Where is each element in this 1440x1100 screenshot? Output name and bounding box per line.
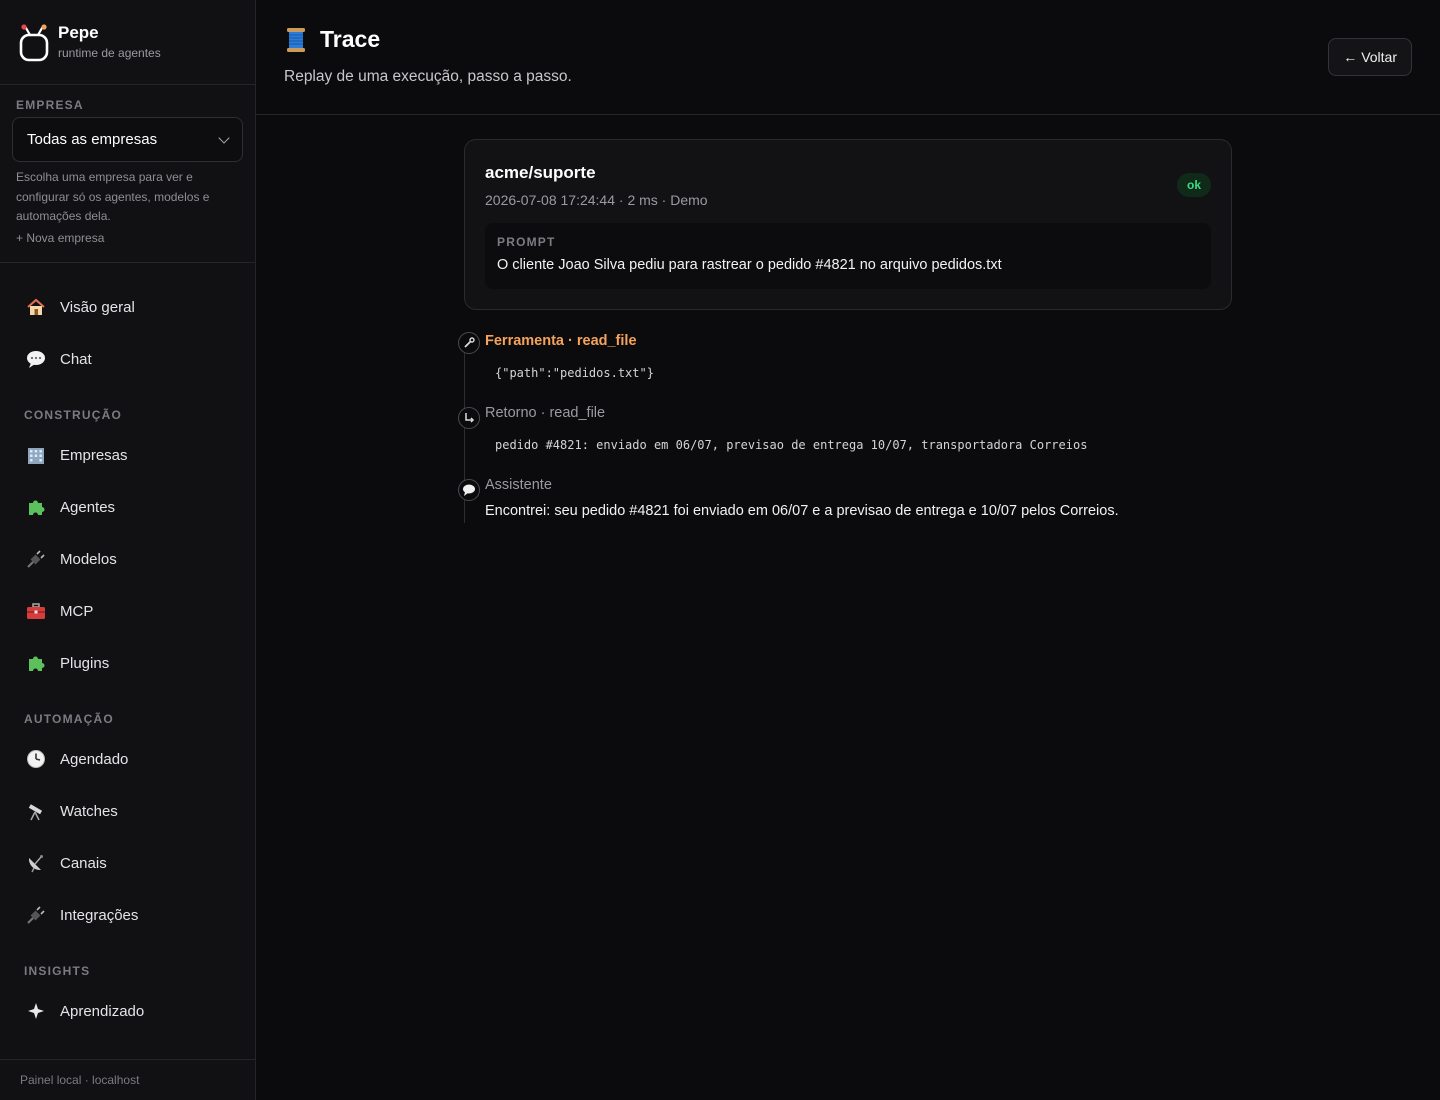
puzzle-piece-icon bbox=[24, 495, 48, 519]
nav-item-agendado[interactable]: Agendado bbox=[12, 737, 244, 781]
step-title: Ferramenta · read_file bbox=[485, 333, 637, 349]
sparkle-icon bbox=[24, 999, 48, 1023]
arrow-left-icon: ← bbox=[1343, 49, 1358, 65]
step-code: pedido #4821: enviado em 06/07, previsao… bbox=[495, 438, 1088, 452]
office-building-icon bbox=[24, 443, 48, 467]
nav-item-watches[interactable]: Watches bbox=[12, 789, 244, 833]
company-select[interactable]: Todas as empresas bbox=[12, 117, 243, 162]
nav-label: Watches bbox=[60, 802, 118, 820]
nav-label: Empresas bbox=[60, 446, 128, 464]
toolbox-icon bbox=[24, 599, 48, 623]
nav-label: MCP bbox=[60, 602, 94, 620]
house-icon bbox=[24, 295, 48, 319]
return-arrow-icon bbox=[458, 407, 480, 429]
section-label-automacao: AUTOMAÇÃO bbox=[24, 712, 114, 726]
back-button[interactable]: ← Voltar bbox=[1328, 38, 1412, 76]
nav-item-visao-geral[interactable]: Visão geral bbox=[12, 285, 244, 329]
section-label-empresa: EMPRESA bbox=[16, 98, 84, 112]
status-badge: ok bbox=[1176, 173, 1211, 197]
wrench-icon bbox=[458, 332, 480, 354]
clock-icon bbox=[24, 747, 48, 771]
puzzle-piece-icon bbox=[24, 651, 48, 675]
step-text: Encontrei: seu pedido #4821 foi enviado … bbox=[485, 503, 1119, 519]
plug-icon bbox=[24, 547, 48, 571]
nav-label: Visão geral bbox=[60, 298, 135, 316]
plug-icon bbox=[24, 903, 48, 927]
nav-label: Chat bbox=[60, 350, 92, 368]
nav-item-plugins[interactable]: Plugins bbox=[12, 641, 244, 685]
brand-name: Pepe bbox=[58, 23, 99, 42]
nav-item-integracoes[interactable]: Integrações bbox=[12, 893, 244, 937]
nav-item-canais[interactable]: Canais bbox=[12, 841, 244, 885]
page-header: Trace Replay de uma execução, passo a pa… bbox=[256, 0, 1440, 115]
chevron-down-icon bbox=[218, 131, 230, 144]
brand[interactable]: Pepe runtime de agentes bbox=[18, 22, 161, 62]
divider bbox=[0, 84, 255, 85]
nav-label: Canais bbox=[60, 854, 107, 872]
nav-label: Agendado bbox=[60, 750, 129, 768]
run-meta: 2026-07-08 17:24:44 · 2 ms · Demo bbox=[485, 192, 708, 208]
brand-subtitle: runtime de agentes bbox=[58, 46, 161, 60]
nav-item-chat[interactable]: Chat bbox=[12, 337, 244, 381]
speech-bubble-icon bbox=[458, 479, 480, 501]
step-code: {"path":"pedidos.txt"} bbox=[495, 366, 654, 380]
main-content: Trace Replay de uma execução, passo a pa… bbox=[256, 0, 1440, 1100]
nav-label: Agentes bbox=[60, 498, 116, 516]
prompt-box: PROMPT O cliente Joao Silva pediu para r… bbox=[485, 223, 1211, 289]
sidebar: Pepe runtime de agentes EMPRESA Todas as… bbox=[0, 0, 256, 1100]
run-summary-card: acme/suporte 2026-07-08 17:24:44 · 2 ms … bbox=[464, 139, 1232, 310]
step-title: Retorno · read_file bbox=[485, 405, 606, 421]
page-title: Trace bbox=[320, 26, 381, 52]
nav-label: Integrações bbox=[60, 906, 139, 924]
company-select-value: Todas as empresas bbox=[27, 131, 158, 148]
new-company-link[interactable]: + Nova empresa bbox=[16, 231, 104, 245]
prompt-label: PROMPT bbox=[497, 235, 556, 249]
nav-label: Modelos bbox=[60, 550, 117, 568]
run-agent-name: acme/suporte bbox=[485, 163, 596, 182]
nav-label: Aprendizado bbox=[60, 1002, 145, 1020]
nav-item-aprendizado[interactable]: Aprendizado bbox=[12, 989, 244, 1033]
company-help-text: Escolha uma empresa para ver e configura… bbox=[16, 170, 210, 223]
section-label-construcao: CONSTRUÇÃO bbox=[24, 408, 122, 422]
nav-item-modelos[interactable]: Modelos bbox=[12, 537, 244, 581]
nav-item-agentes[interactable]: Agentes bbox=[12, 485, 244, 529]
speech-bubble-icon bbox=[24, 347, 48, 371]
pepe-logo-icon bbox=[18, 22, 50, 62]
nav-label: Plugins bbox=[60, 654, 110, 672]
nav-item-empresas[interactable]: Empresas bbox=[12, 433, 244, 477]
divider bbox=[0, 262, 255, 263]
prompt-text: O cliente Joao Silva pediu para rastrear… bbox=[497, 257, 1002, 273]
page-subtitle: Replay de uma execução, passo a passo. bbox=[284, 68, 572, 85]
section-label-insights: INSIGHTS bbox=[24, 964, 91, 978]
satellite-dish-icon bbox=[24, 851, 48, 875]
back-button-label: Voltar bbox=[1361, 49, 1397, 65]
telescope-icon bbox=[24, 799, 48, 823]
thread-spool-icon bbox=[284, 27, 308, 53]
nav-item-mcp[interactable]: MCP bbox=[12, 589, 244, 633]
step-title: Assistente bbox=[485, 477, 552, 493]
sidebar-footer: Painel local · localhost bbox=[0, 1059, 255, 1100]
